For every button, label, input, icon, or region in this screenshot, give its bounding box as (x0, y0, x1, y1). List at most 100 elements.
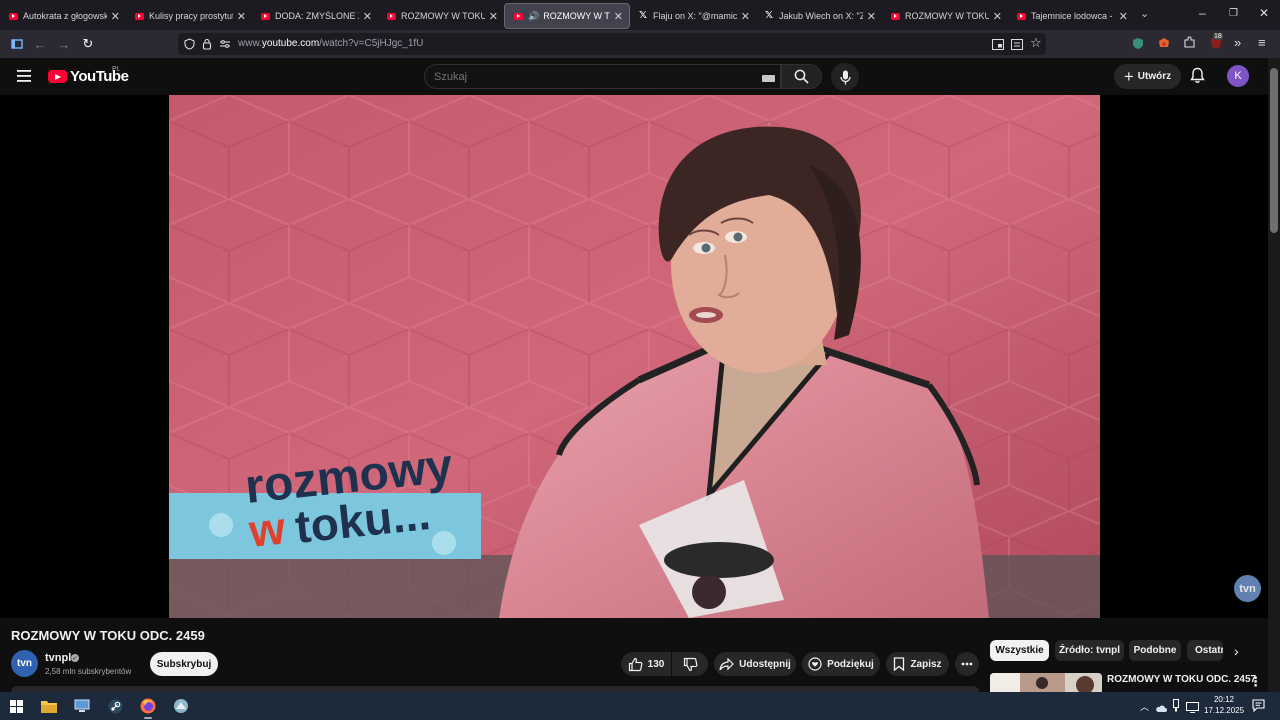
subscribe-button[interactable]: Subskrybuj (150, 652, 218, 676)
thumbs-down-icon (683, 657, 697, 671)
network-icon[interactable] (1186, 700, 1199, 718)
close-tab-icon[interactable]: ✕ (867, 10, 876, 23)
browser-tab-active[interactable]: 🔊 ROZMOWY W TOKU ✕ (504, 3, 630, 29)
search-box[interactable] (424, 64, 781, 89)
taskbar-date[interactable]: 17.12.2025 (1204, 706, 1244, 715)
chip-related[interactable]: Podobne (1129, 640, 1181, 661)
browser-tab[interactable]: 𝕏 Flaju on X: "@mamiczi @ ✕ (630, 3, 756, 29)
url-text[interactable]: www.youtube.com/watch?v=C5jHJgc_1fU (238, 38, 423, 49)
more-horizontal-icon (961, 662, 973, 666)
app-icon[interactable] (171, 696, 191, 716)
chip-all[interactable]: Wszystkie (990, 640, 1049, 661)
browser-tab[interactable]: Kulisy pracy prostytutki. | ✕ (126, 3, 252, 29)
share-button[interactable]: Udostępnij (714, 652, 796, 676)
recommendation-title[interactable]: ROZMOWY W TOKU ODC. 2457 (1107, 674, 1256, 685)
verified-check-icon: ✓ (71, 654, 79, 662)
url-domain: youtube.com (261, 38, 320, 49)
more-actions-button[interactable] (955, 652, 979, 676)
video-title: ROZMOWY W TOKU ODC. 2459 (11, 628, 205, 643)
video-player[interactable]: rozmowy w toku... (0, 95, 1268, 618)
voice-search-button[interactable] (831, 63, 859, 91)
app-menu-hamburger-icon[interactable]: ≡ (1258, 35, 1266, 50)
browser-tab[interactable]: DODA: ZMYŚLONE ŻYCIE ✕ (252, 3, 378, 29)
search-icon (794, 69, 809, 84)
minimize-window-icon[interactable]: – (1199, 6, 1206, 20)
sidebar-toggle-icon[interactable] (8, 35, 26, 53)
tab-title: ROZMOWY W TOKU ODC (905, 11, 989, 21)
reader-view-icon[interactable] (1011, 37, 1023, 55)
close-tab-icon[interactable]: ✕ (111, 10, 120, 23)
close-tab-icon[interactable]: ✕ (237, 10, 246, 23)
fox-extension-icon[interactable] (1157, 36, 1171, 55)
tracking-protection-shield-icon[interactable] (184, 37, 195, 55)
share-label: Udostępnij (739, 658, 791, 670)
channel-watermark[interactable]: tvn (1234, 575, 1261, 602)
bookmark-star-icon[interactable]: ☆ (1030, 35, 1042, 51)
close-tab-icon[interactable]: ✕ (489, 10, 498, 23)
close-tab-icon[interactable]: ✕ (1119, 10, 1128, 23)
restore-window-icon[interactable]: ❐ (1229, 8, 1238, 19)
steam-icon[interactable] (105, 696, 125, 716)
browser-tab[interactable]: Tajemnice lodowca - You ✕ (1008, 3, 1134, 29)
close-tab-icon[interactable]: ✕ (614, 10, 623, 23)
tab-title: Kulisy pracy prostytutki. | (149, 11, 233, 21)
usb-device-icon[interactable] (1172, 699, 1180, 717)
keyboard-icon[interactable] (762, 75, 775, 82)
page-scrollbar[interactable] (1268, 58, 1280, 692)
lock-icon[interactable] (202, 37, 212, 55)
channel-name[interactable]: tvnpl (45, 652, 71, 664)
plus-icon: + (1123, 66, 1134, 86)
firefox-icon[interactable] (138, 696, 158, 719)
create-button[interactable]: + Utwórz (1114, 64, 1181, 89)
scrollbar-thumb[interactable] (1270, 68, 1278, 233)
browser-tab[interactable]: ROZMOWY W TOKU ODC ✕ (882, 3, 1008, 29)
account-avatar[interactable]: K (1227, 65, 1249, 87)
notifications-center-icon[interactable] (1252, 699, 1265, 717)
thumbnail-image (990, 673, 1102, 693)
taskbar-time[interactable]: 20:12 (1204, 695, 1244, 704)
share-arrow-icon (719, 657, 735, 670)
close-tab-icon[interactable]: ✕ (741, 10, 750, 23)
chip-recent[interactable]: Ostatn (1187, 640, 1223, 661)
super-thanks-icon (808, 657, 822, 671)
channel-avatar[interactable]: tvn (11, 650, 38, 677)
reload-icon[interactable]: ↻ (79, 35, 97, 53)
back-arrow-icon[interactable]: ← (31, 35, 49, 53)
address-bar[interactable]: www.youtube.com/watch?v=C5jHJgc_1fU ☆ (178, 33, 1046, 55)
list-all-tabs-icon[interactable]: ⌄ (1140, 7, 1149, 20)
thanks-button[interactable]: Podziękuj (802, 652, 880, 676)
audio-playing-icon[interactable]: 🔊 (528, 11, 539, 22)
dislike-button[interactable] (672, 652, 708, 676)
browser-nav-bar: ← → ↻ www.youtube.com/watch?v=C5jHJgc_1f… (0, 30, 1280, 58)
more-tools-chevron-icon[interactable]: » (1234, 35, 1241, 50)
chevron-right-icon[interactable]: › (1234, 643, 1239, 659)
extensions-puzzle-icon[interactable] (1183, 36, 1196, 54)
notifications-bell-icon[interactable] (1190, 67, 1205, 89)
picture-in-picture-icon[interactable] (992, 37, 1004, 55)
more-vertical-icon[interactable]: ⋮ (1249, 674, 1262, 690)
close-window-icon[interactable]: ✕ (1259, 6, 1269, 20)
guide-menu-icon[interactable] (17, 69, 31, 87)
file-explorer-icon[interactable] (39, 696, 59, 716)
save-button[interactable]: Zapisz (886, 652, 949, 676)
chip-from-source[interactable]: Źródło: tvnpl (1055, 640, 1124, 661)
browser-tab[interactable]: ROZMOWY W TOKU ODC ✕ (378, 3, 504, 29)
recommendation-thumbnail[interactable] (990, 673, 1102, 693)
browser-tab[interactable]: Autokrata z głogowskiej ✕ (0, 3, 126, 29)
close-tab-icon[interactable]: ✕ (363, 10, 372, 23)
close-tab-icon[interactable]: ✕ (993, 10, 1002, 23)
permissions-icon[interactable] (219, 37, 231, 55)
video-frame[interactable]: rozmowy w toku... (169, 95, 1100, 618)
search-input[interactable] (434, 71, 734, 83)
search-button[interactable] (781, 64, 822, 89)
browser-tab[interactable]: 𝕏 Jakub Wiech on X: "Zrob ✕ (756, 3, 882, 29)
video-still: rozmowy w toku... (169, 95, 1100, 618)
like-button[interactable]: 130 (621, 652, 671, 676)
windows-start-icon[interactable] (6, 696, 26, 716)
subscriber-count: 2,58 mln subskrybentów (45, 667, 132, 676)
computer-icon[interactable] (72, 696, 92, 716)
shield-extension-icon[interactable] (1132, 37, 1144, 55)
system-tray-chevron-icon[interactable]: ︿ (1140, 700, 1149, 713)
onedrive-icon[interactable] (1155, 700, 1167, 718)
forward-arrow-icon[interactable]: → (55, 35, 73, 53)
